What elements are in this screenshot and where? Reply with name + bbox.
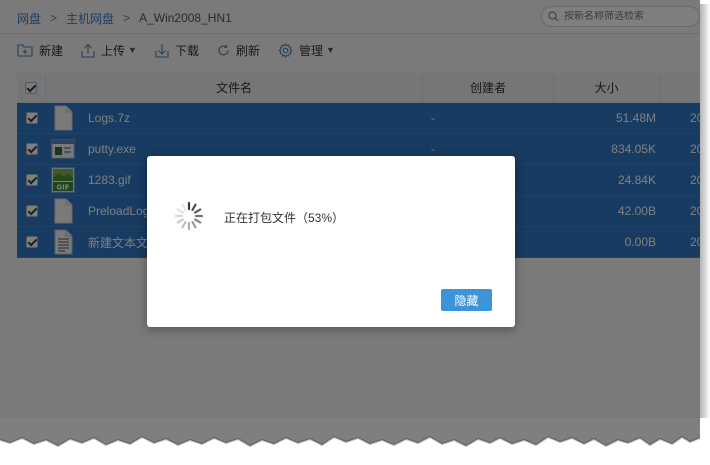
torn-edge-decoration [0,418,710,465]
hide-button[interactable]: 隐藏 [441,289,492,311]
loading-spinner-icon [174,201,204,231]
packing-progress-dialog: 正在打包文件（53%） 隐藏 [147,156,515,327]
app-window: 网盘 > 主机网盘 > A_Win2008_HN1 新建 [0,0,700,440]
progress-message: 正在打包文件（53%） [224,211,345,225]
page-shadow [700,4,710,444]
